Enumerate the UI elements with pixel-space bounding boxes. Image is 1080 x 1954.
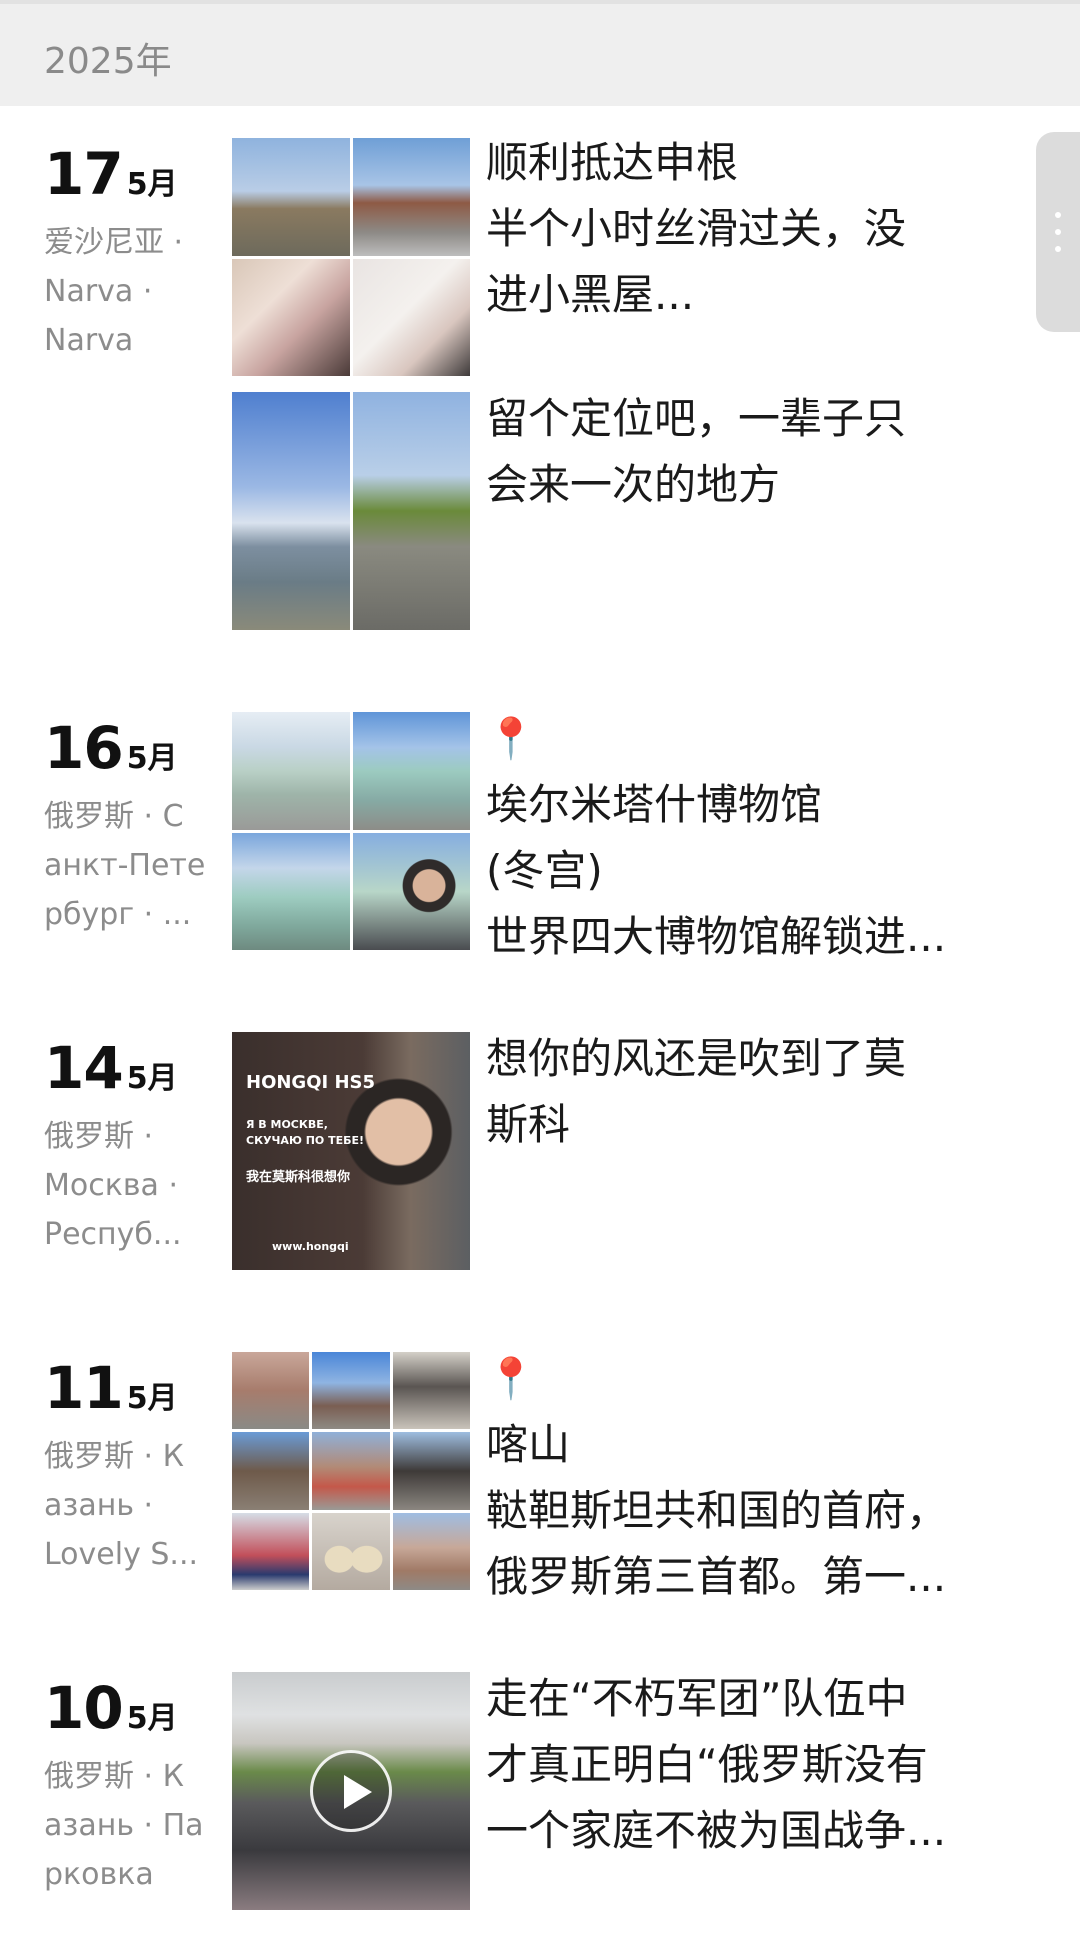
post-caption[interactable]: 📍 喀山 鞑靼斯坦共和国的首府， 俄罗斯第三首都。第一...: [486, 1346, 1026, 1610]
photo-thumbnail: [352, 832, 470, 950]
photo-thumbnail: [352, 712, 470, 830]
post-photo-grid[interactable]: [232, 712, 470, 950]
photo-sign-text: 我在莫斯科很想你: [246, 1170, 351, 1185]
play-icon[interactable]: [310, 1750, 392, 1832]
entry-day: 11: [44, 1354, 124, 1422]
entry-day: 14: [44, 1034, 124, 1102]
entry-location: 俄罗斯 · К азань · Па рковка: [44, 1752, 214, 1899]
photo-thumbnail: [232, 712, 350, 830]
photo-thumbnail: [312, 1432, 390, 1510]
post-caption[interactable]: 留个定位吧，一辈子只 会来一次的地方: [486, 386, 1026, 518]
caption-line: 走在“不朽军团”队伍中: [486, 1674, 908, 1723]
entry-date: 16 5月: [44, 714, 178, 782]
entry-location: 俄罗斯 · С анкт-Пете рбург · ...: [44, 792, 214, 939]
caption-line: 鞑靼斯坦共和国的首府，: [486, 1486, 949, 1535]
entry-date: 11 5月: [44, 1354, 178, 1422]
post-photo[interactable]: HONGQI HS5 Я В МОСКВЕ, СКУЧАЮ ПО ТЕБЕ! 我…: [232, 1032, 470, 1270]
photo-thumbnail: [232, 832, 350, 950]
location-line: азань · Па: [44, 1808, 204, 1843]
caption-line: 📍 喀山: [486, 1346, 1026, 1478]
video-thumbnail: [232, 1672, 470, 1910]
caption-line: (冬宫): [486, 846, 603, 895]
year-label: 2025年: [44, 41, 172, 82]
location-line: азань ·: [44, 1488, 154, 1523]
post-caption[interactable]: 想你的风还是吹到了莫 斯科: [486, 1026, 1026, 1158]
entry-month: 5月: [126, 1061, 178, 1096]
entry-day: 17: [44, 140, 124, 208]
caption-line: 一个家庭不被为国战争...: [486, 1806, 947, 1855]
photo-thumbnail: HONGQI HS5 Я В МОСКВЕ, СКУЧАЮ ПО ТЕБЕ! 我…: [232, 1032, 470, 1270]
entry-date: 17 5月: [44, 140, 178, 208]
post-video[interactable]: [232, 1672, 470, 1910]
caption-line: 想你的风还是吹到了莫: [486, 1034, 907, 1083]
location-pin-icon: 📍: [486, 1356, 536, 1402]
photo-thumbnail: [352, 258, 470, 376]
caption-line: 半个小时丝滑过关，没: [486, 204, 907, 253]
photo-thumbnail: [232, 392, 350, 630]
location-line: рбург · ...: [44, 897, 192, 932]
caption-line: 俄罗斯第三首都。第一...: [486, 1552, 947, 1601]
caption-line: 留个定位吧，一辈子只: [486, 394, 907, 443]
entry-month: 5月: [126, 167, 178, 202]
entry-location: 俄罗斯 · Москва · Респуб...: [44, 1112, 214, 1259]
post-caption[interactable]: 📍 埃尔米塔什博物馆 (冬宫) 世界四大博物馆解锁进...: [486, 706, 1026, 970]
photo-thumbnail: [232, 1352, 310, 1430]
entry-location: 爱沙尼亚 · Narva · Narva: [44, 218, 214, 365]
entry-day: 10: [44, 1674, 124, 1742]
location-line: рковка: [44, 1857, 154, 1892]
entry-month: 5月: [126, 741, 178, 776]
caption-line: 📍 埃尔米塔什博物馆: [486, 706, 1026, 838]
scroll-handle[interactable]: [1036, 132, 1080, 332]
post-caption[interactable]: 顺利抵达申根 半个小时丝滑过关，没 进小黑屋...: [486, 130, 1026, 328]
post-caption[interactable]: 走在“不朽军团”队伍中 才真正明白“俄罗斯没有 一个家庭不被为国战争...: [486, 1666, 1026, 1864]
photo-thumbnail: [232, 1432, 310, 1510]
entry-location: 俄罗斯 · К азань · Lovely S...: [44, 1432, 214, 1579]
photo-thumbnail: [392, 1432, 470, 1510]
photo-sign-text: www.hongqi: [272, 1240, 349, 1253]
photo-thumbnail: [312, 1512, 390, 1590]
location-line: 俄罗斯 · К: [44, 1439, 184, 1474]
location-line: анкт-Пете: [44, 848, 206, 883]
location-line: 俄罗斯 · К: [44, 1759, 184, 1794]
caption-text: 喀山: [486, 1420, 571, 1469]
post-photo-grid[interactable]: [232, 392, 470, 630]
photo-thumbnail: [232, 258, 350, 376]
photo-thumbnail: [392, 1352, 470, 1430]
location-line: Narva: [44, 323, 134, 358]
caption-line: 斯科: [486, 1100, 571, 1149]
location-line: Респуб...: [44, 1217, 182, 1252]
location-line: Lovely S...: [44, 1537, 199, 1572]
photo-thumbnail: [312, 1352, 390, 1430]
entry-month: 5月: [126, 1381, 178, 1416]
photo-thumbnail: [392, 1512, 470, 1590]
photo-thumbnail: [352, 392, 470, 630]
photo-thumbnail: [352, 138, 470, 256]
photo-sign-text: Я В МОСКВЕ,: [246, 1118, 328, 1131]
photo-thumbnail: [232, 138, 350, 256]
caption-line: 进小黑屋...: [486, 270, 695, 319]
caption-text: 埃尔米塔什博物馆: [486, 780, 823, 829]
caption-line: 顺利抵达申根: [486, 138, 739, 187]
caption-line: 世界四大博物馆解锁进...: [486, 912, 947, 961]
post-photo-grid[interactable]: [232, 1352, 470, 1590]
post-photo-grid[interactable]: [232, 138, 470, 376]
caption-line: 才真正明白“俄罗斯没有: [486, 1740, 928, 1789]
year-header: 2025年: [0, 0, 1080, 106]
location-line: 俄罗斯 · С: [44, 799, 184, 834]
location-line: Москва ·: [44, 1168, 178, 1203]
photo-sign-text: HONGQI HS5: [246, 1072, 376, 1093]
caption-line: 会来一次的地方: [486, 460, 781, 509]
location-pin-icon: 📍: [486, 716, 536, 762]
photo-thumbnail: [232, 1512, 310, 1590]
entry-month: 5月: [126, 1701, 178, 1736]
entry-date: 14 5月: [44, 1034, 178, 1102]
more-vertical-icon: [1054, 212, 1062, 252]
entry-day: 16: [44, 714, 124, 782]
location-line: 爱沙尼亚 ·: [44, 225, 184, 260]
location-line: 俄罗斯 ·: [44, 1119, 154, 1154]
entry-date: 10 5月: [44, 1674, 178, 1742]
photo-sign-text: СКУЧАЮ ПО ТЕБЕ!: [246, 1134, 365, 1147]
location-line: Narva ·: [44, 274, 153, 309]
